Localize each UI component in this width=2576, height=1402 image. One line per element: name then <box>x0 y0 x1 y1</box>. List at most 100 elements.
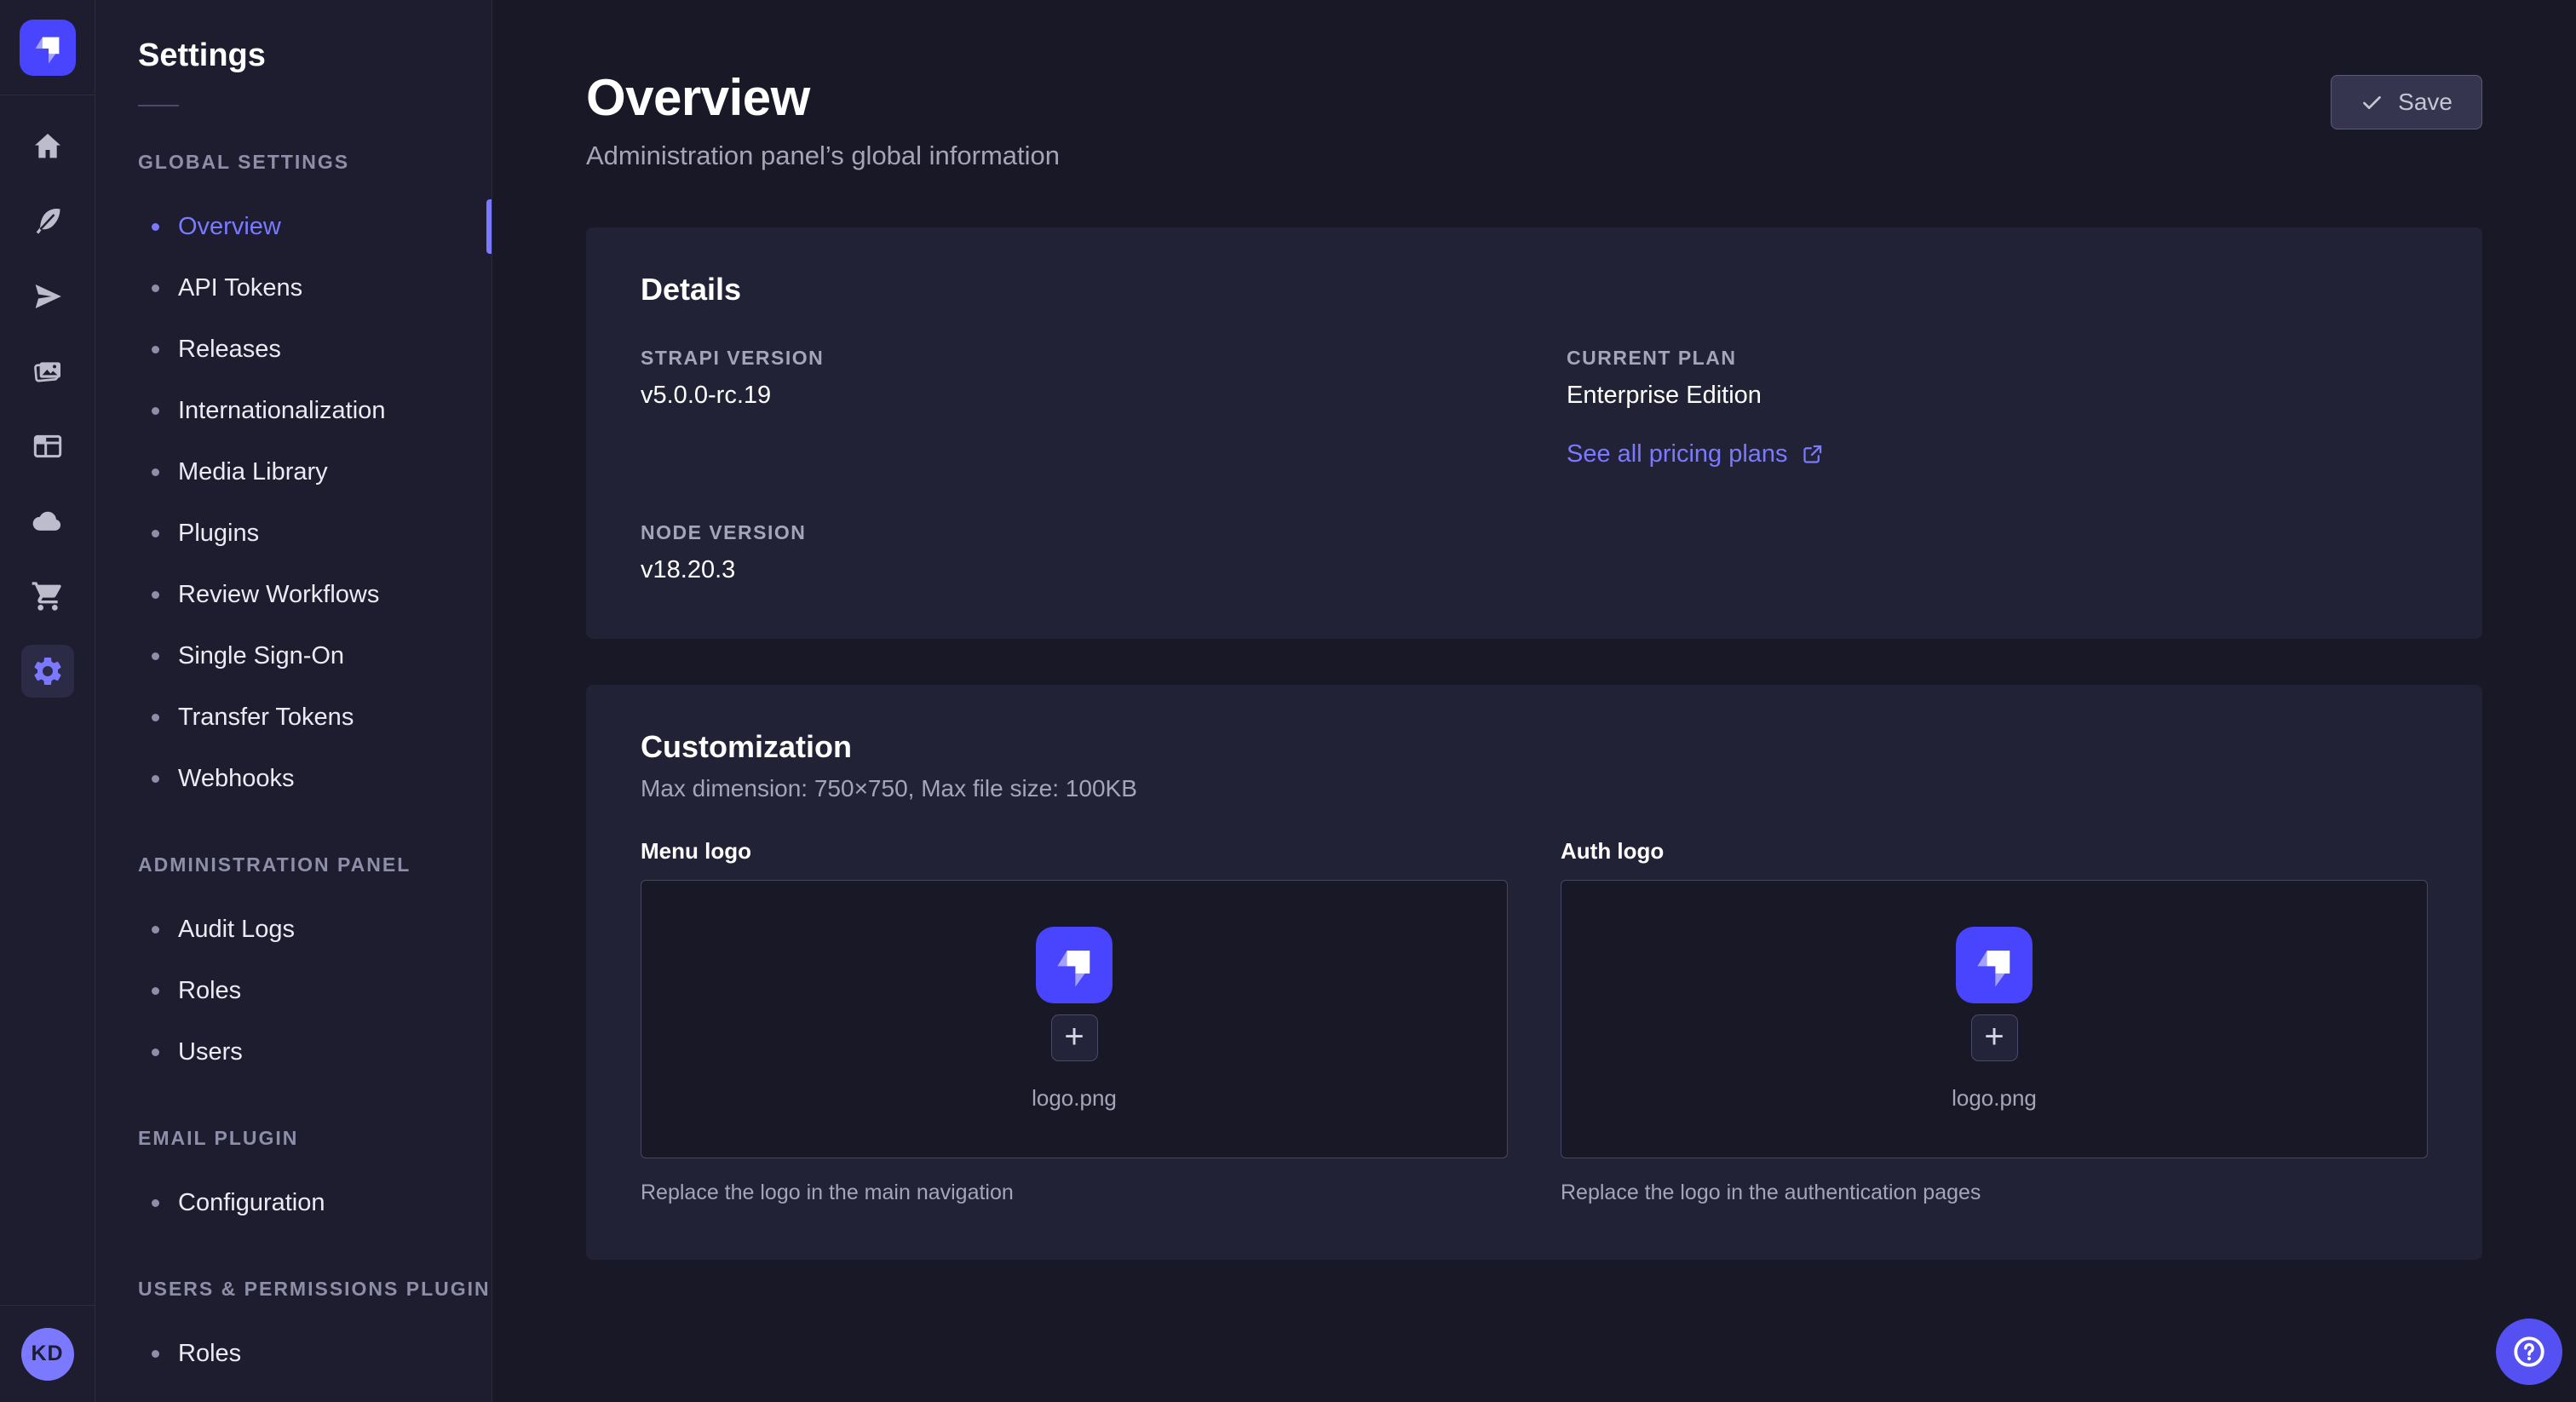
menu-logo-preview <box>1036 927 1113 1003</box>
layout-panel-icon[interactable] <box>21 420 74 473</box>
menu-logo-hint: Replace the logo in the main navigation <box>641 1181 1508 1205</box>
subnav-title-rule <box>138 105 179 106</box>
customization-card: Customization Max dimension: 750×750, Ma… <box>586 685 2482 1260</box>
menu-logo-add-button[interactable]: + <box>1051 1014 1098 1061</box>
check-icon <box>2360 91 2383 114</box>
strapi-logo-icon <box>1036 927 1113 1003</box>
subnav-item-label: Media Library <box>178 458 328 486</box>
strapi-version-label: Strapi version <box>641 347 1502 370</box>
subnav-item-label: API Tokens <box>178 274 302 302</box>
cart-icon[interactable] <box>21 570 74 623</box>
subnav-item-label: Users <box>178 1038 243 1066</box>
subnav-item-transfer-tokens[interactable]: Transfer Tokens <box>95 687 492 748</box>
section-email-plugin: Configuration <box>95 1172 492 1233</box>
subnav-item-plugins[interactable]: Plugins <box>95 503 492 564</box>
menu-logo-field: Menu logo + logo.png Replace the logo in… <box>641 838 1508 1205</box>
bullet-icon <box>152 714 159 721</box>
subnav-item-label: Roles <box>178 977 241 1005</box>
help-button[interactable] <box>2496 1319 2562 1385</box>
node-version-field: Node version v18.20.3 <box>641 521 1502 584</box>
cloud-icon[interactable] <box>21 495 74 548</box>
section-users-permissions-plugin: Roles Providers <box>95 1323 492 1402</box>
settings-gear-icon[interactable] <box>21 645 74 698</box>
plus-icon: + <box>1984 1020 2004 1054</box>
feather-icon[interactable] <box>21 195 74 248</box>
subnav-title: Settings <box>138 37 492 74</box>
question-mark-icon <box>2511 1334 2547 1370</box>
save-button-label: Save <box>2398 89 2452 116</box>
pricing-plans-link[interactable]: See all pricing plans <box>1567 440 1824 468</box>
strapi-logo-icon <box>20 20 76 76</box>
strapi-version-field: Strapi version v5.0.0-rc.19 <box>641 347 1502 468</box>
auth-logo-label: Auth logo <box>1561 838 2428 865</box>
subnav-item-review-workflows[interactable]: Review Workflows <box>95 564 492 625</box>
bullet-icon <box>152 926 159 934</box>
subnav-item-webhooks[interactable]: Webhooks <box>95 748 492 809</box>
details-grid-spacer <box>1567 521 2428 584</box>
auth-logo-add-button[interactable]: + <box>1971 1014 2018 1061</box>
node-version-value: v18.20.3 <box>641 556 1502 584</box>
subnav-item-admin-users[interactable]: Users <box>95 1021 492 1083</box>
customization-card-subtitle: Max dimension: 750×750, Max file size: 1… <box>641 775 2428 802</box>
subnav-item-label: Transfer Tokens <box>178 704 354 732</box>
subnav-item-api-tokens[interactable]: API Tokens <box>95 257 492 319</box>
subnav-item-releases[interactable]: Releases <box>95 319 492 380</box>
bullet-icon <box>152 1350 159 1358</box>
details-card: Details Strapi version v5.0.0-rc.19 Curr… <box>586 227 2482 639</box>
subnav-item-label: Configuration <box>178 1189 325 1217</box>
strapi-logo[interactable] <box>20 20 76 76</box>
pictures-icon[interactable] <box>21 345 74 398</box>
subnav-item-up-providers[interactable]: Providers <box>95 1384 492 1402</box>
subnav-item-label: Overview <box>178 213 281 241</box>
bullet-icon <box>152 530 159 537</box>
subnav-item-label: Internationalization <box>178 397 385 425</box>
details-grid: Strapi version v5.0.0-rc.19 Current plan… <box>641 347 2428 584</box>
subnav-item-label: Review Workflows <box>178 581 379 609</box>
rail-icon-list <box>0 95 95 709</box>
subnav-item-single-sign-on[interactable]: Single Sign-On <box>95 625 492 687</box>
subnav-item-admin-roles[interactable]: Roles <box>95 960 492 1021</box>
node-version-label: Node version <box>641 521 1502 544</box>
subnav-item-label: Webhooks <box>178 765 295 793</box>
bullet-icon <box>152 223 159 231</box>
page-header: Overview Administration panel’s global i… <box>586 0 2482 171</box>
external-link-icon <box>1801 443 1824 466</box>
paper-plane-icon[interactable] <box>21 270 74 323</box>
section-global-settings: Overview API Tokens Releases Internation… <box>95 196 492 809</box>
current-plan-label: Current plan <box>1567 347 2428 370</box>
subnav-item-email-configuration[interactable]: Configuration <box>95 1172 492 1233</box>
bullet-icon <box>152 468 159 476</box>
bullet-icon <box>152 775 159 783</box>
subnav-item-overview[interactable]: Overview <box>95 196 492 257</box>
menu-logo-dropzone[interactable]: + logo.png <box>641 880 1508 1158</box>
bullet-icon <box>152 284 159 292</box>
auth-logo-dropzone[interactable]: + logo.png <box>1561 880 2428 1158</box>
logo-uploads: Menu logo + logo.png Replace the logo in… <box>641 838 2428 1205</box>
bullet-icon <box>152 407 159 415</box>
section-label-administration-panel: Administration panel <box>138 853 492 876</box>
section-label-email-plugin: Email plugin <box>138 1127 492 1150</box>
bullet-icon <box>152 591 159 599</box>
bullet-icon <box>152 652 159 660</box>
auth-logo-preview <box>1956 927 2033 1003</box>
page-title: Overview <box>586 68 1060 127</box>
page-header-text: Overview Administration panel’s global i… <box>586 68 1060 171</box>
current-plan-value: Enterprise Edition <box>1567 382 2428 410</box>
home-icon[interactable] <box>21 120 74 173</box>
menu-logo-filename: logo.png <box>1032 1085 1117 1112</box>
subnav-item-media-library[interactable]: Media Library <box>95 441 492 503</box>
details-card-title: Details <box>641 272 2428 307</box>
subnav-item-audit-logs[interactable]: Audit Logs <box>95 899 492 960</box>
strapi-version-value: v5.0.0-rc.19 <box>641 382 1502 410</box>
bullet-icon <box>152 1049 159 1056</box>
customization-card-title: Customization <box>641 729 2428 765</box>
avatar[interactable]: KD <box>21 1328 74 1381</box>
main-content: Overview Administration panel’s global i… <box>492 0 2576 1402</box>
subnav-item-up-roles[interactable]: Roles <box>95 1323 492 1384</box>
current-plan-field: Current plan Enterprise Edition See all … <box>1567 347 2428 468</box>
rail-bottom: KD <box>0 1305 95 1402</box>
subnav-item-label: Single Sign-On <box>178 642 344 670</box>
save-button[interactable]: Save <box>2331 75 2482 129</box>
page-subtitle: Administration panel’s global informatio… <box>586 141 1060 171</box>
subnav-item-internationalization[interactable]: Internationalization <box>95 380 492 441</box>
